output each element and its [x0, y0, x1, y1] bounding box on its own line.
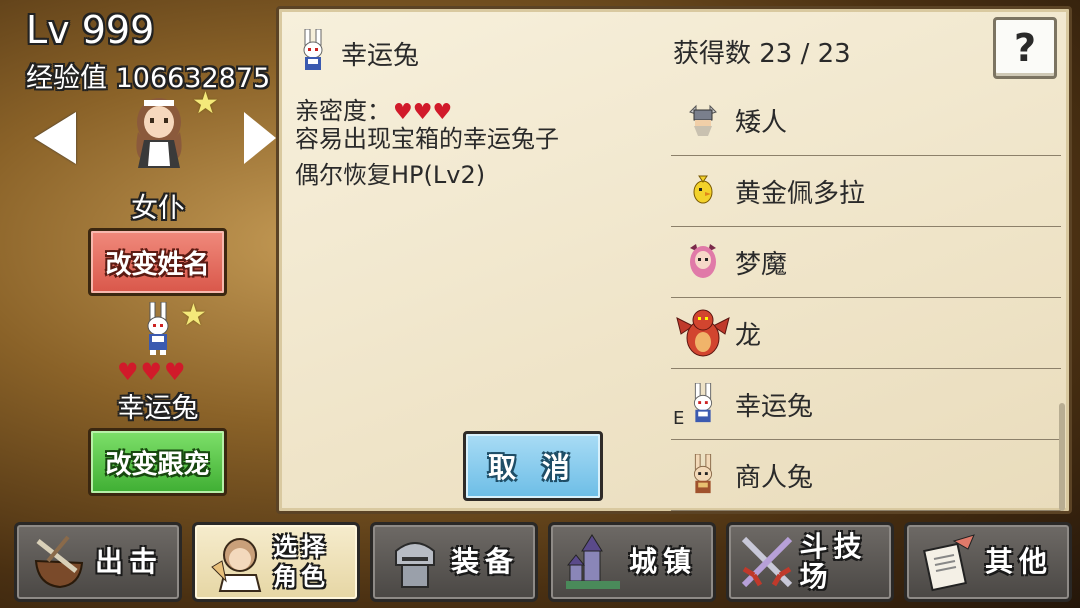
player-exp: 经验值 106632875: [26, 63, 271, 94]
nav-label: 斗技场: [799, 530, 868, 593]
rename-button[interactable]: 改变姓名: [88, 228, 227, 296]
arena-icon: [735, 526, 800, 598]
character-star-icon: ★: [192, 86, 219, 121]
golden-bird-icon: [671, 161, 735, 221]
nav-label: 城镇: [629, 545, 698, 578]
succubus-icon: [671, 232, 735, 292]
equipped-marker: E: [673, 408, 685, 429]
list-item[interactable]: 商人兔: [671, 440, 1061, 511]
dragon-icon: [671, 303, 735, 363]
nav-label: 其他: [985, 545, 1054, 578]
list-item[interactable]: 黄金佩多拉: [671, 156, 1061, 227]
lucky-rabbit-icon: [303, 29, 323, 70]
nav-other-button[interactable]: 其他: [904, 522, 1072, 602]
list-item-label: 商人兔: [735, 462, 814, 493]
pet-rabbit-sprite: [147, 302, 169, 355]
nav-arena-button[interactable]: 斗技场: [726, 522, 894, 602]
list-item[interactable]: 梦魔: [671, 227, 1061, 298]
nav-label: 装备: [451, 545, 520, 578]
pet-name: 幸运兔: [117, 393, 199, 424]
list-scrollbar[interactable]: [1059, 403, 1065, 511]
previous-character-arrow-icon[interactable]: [34, 112, 76, 164]
nav-sortie-button[interactable]: 出击: [14, 522, 182, 602]
collection-count: 获得数 23 / 23: [673, 39, 851, 69]
select-character-icon: [201, 526, 273, 598]
list-item-label: 矮人: [735, 107, 788, 138]
list-item-label: 龙: [735, 320, 762, 351]
sortie-icon: [23, 526, 95, 598]
player-level: Lv 999: [26, 8, 155, 52]
selected-pet-title: 幸运兔: [341, 41, 420, 71]
other-icon: [913, 526, 985, 598]
nav-label: 出击: [95, 545, 164, 578]
list-item-label: 梦魔: [735, 249, 788, 280]
list-item[interactable]: E 幸运兔: [671, 369, 1061, 440]
cancel-button[interactable]: 取 消: [463, 431, 603, 501]
list-item[interactable]: 龙: [671, 298, 1061, 369]
character-name: 女仆: [131, 193, 185, 224]
maid-character-sprite: [136, 98, 182, 168]
nav-select-character-button[interactable]: 选择 角色: [192, 522, 360, 602]
pet-star-icon: ★: [180, 298, 207, 333]
pet-collection-panel: 幸运兔 亲密度：♥♥♥ 容易出现宝箱的幸运兔子 偶尔恢复HP(Lv2) 获得数 …: [276, 6, 1072, 514]
list-item-label: 黄金佩多拉: [735, 178, 866, 209]
pet-list[interactable]: 矮人 黄金佩多拉 梦魔 龙 E 幸运兔 商人兔: [671, 85, 1061, 511]
nav-label: 选择 角色: [273, 533, 329, 591]
help-button[interactable]: ?: [993, 17, 1057, 79]
equipment-icon: [379, 526, 451, 598]
nav-town-button[interactable]: 城镇: [548, 522, 716, 602]
pet-description: 容易出现宝箱的幸运兔子 偶尔恢复HP(Lv2): [295, 125, 559, 189]
list-item[interactable]: 矮人: [671, 85, 1061, 156]
town-icon: [557, 526, 629, 598]
list-item-label: 幸运兔: [735, 391, 814, 422]
nav-equipment-button[interactable]: 装备: [370, 522, 538, 602]
merchant-rabbit-icon: [671, 445, 735, 505]
next-character-arrow-icon[interactable]: [244, 112, 276, 164]
bottom-nav: 出击 选择 角色 装备 城镇 斗技场 其他: [14, 522, 1072, 602]
change-pet-button[interactable]: 改变跟宠: [88, 428, 227, 496]
dwarf-icon: [671, 90, 735, 150]
pet-affinity-hearts: ♥♥♥: [117, 358, 188, 386]
